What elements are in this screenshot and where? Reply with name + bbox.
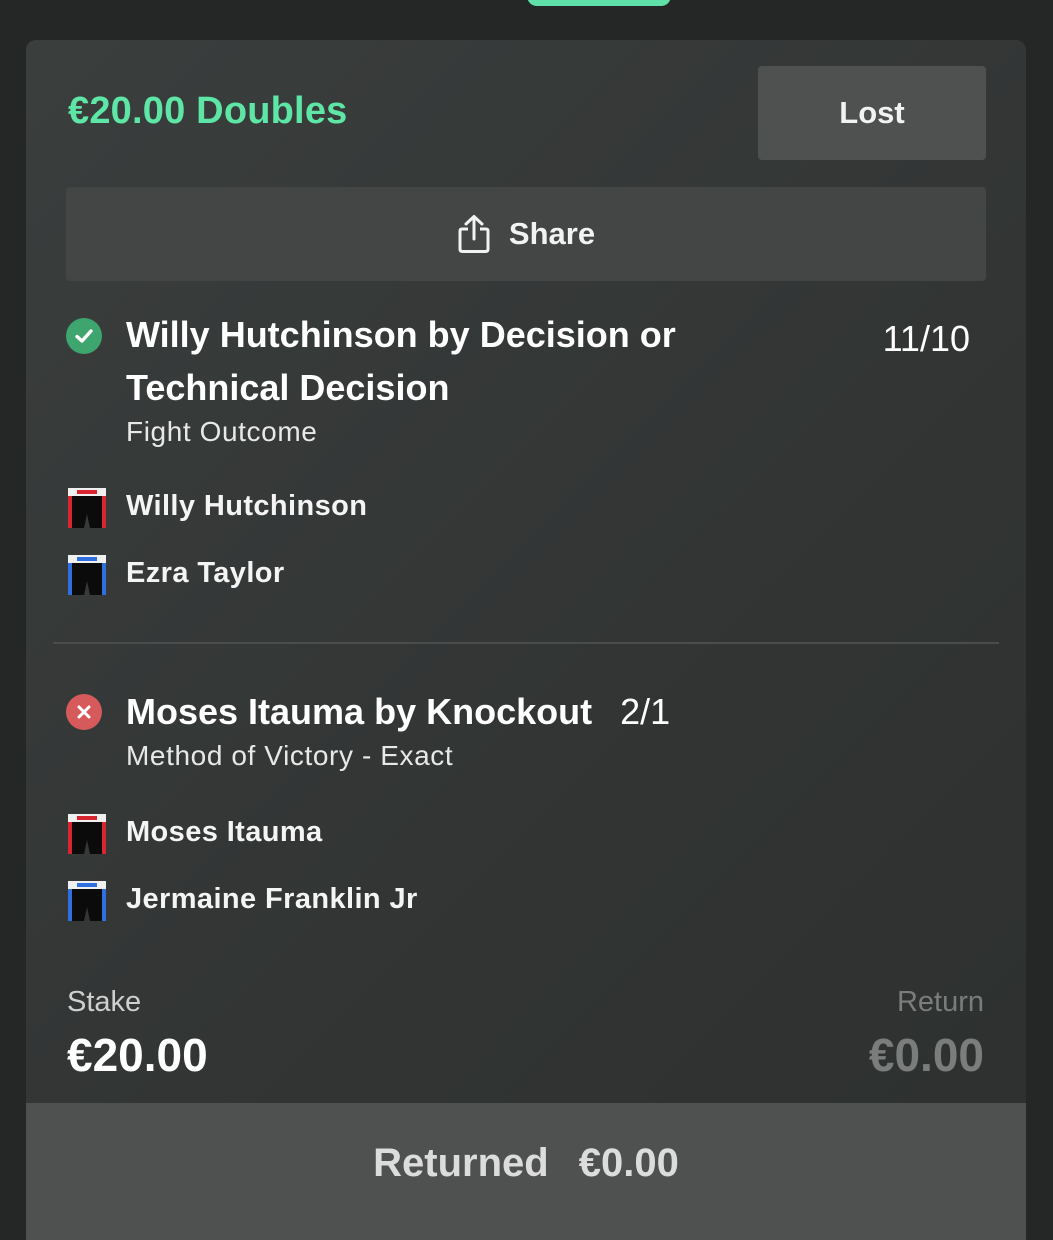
return-label: Return (896, 986, 984, 1018)
share-icon (458, 215, 490, 253)
fighter-name: Jermaine Franklin Jr (126, 883, 418, 915)
fighter-row: Ezra Taylor (66, 553, 284, 597)
fighter-row: Moses Itauma (66, 812, 322, 856)
selection-name-line1: Moses Itauma by Knockout (126, 691, 593, 732)
share-button[interactable]: Share (66, 187, 986, 281)
fighter-name: Moses Itauma (126, 816, 323, 848)
stake-label: Stake (67, 986, 142, 1018)
selection-market: Method of Victory - Exact (126, 740, 454, 771)
x-circle-icon (66, 694, 102, 730)
returned-label: Returned (373, 1141, 549, 1185)
fighter-row: Willy Hutchinson (66, 486, 367, 530)
bet-card: €20.00 Doubles Lost Share Willy Hutchins… (26, 40, 1026, 1240)
red-corner-shorts-icon (68, 488, 106, 528)
returned-bar: Returned €0.00 (26, 1103, 1026, 1240)
selection-divider (53, 642, 999, 644)
selection-market: Fight Outcome (126, 416, 318, 447)
bet-status-button[interactable]: Lost (758, 66, 986, 160)
red-corner-shorts-icon (68, 814, 106, 854)
stake-value: €20.00 (67, 1029, 208, 1081)
selection-name-line1: Willy Hutchinson by Decision or (126, 314, 676, 355)
selection-name-line2: Technical Decision (126, 367, 450, 408)
bet-title: €20.00 Doubles (68, 90, 348, 132)
fighter-name: Ezra Taylor (126, 557, 285, 589)
blue-corner-shorts-icon (68, 881, 106, 921)
selection-title: Moses Itauma by Knockout 2/1 (126, 685, 670, 738)
share-label: Share (508, 216, 596, 251)
fighter-row: Jermaine Franklin Jr (66, 879, 417, 923)
blue-corner-shorts-icon (68, 555, 106, 595)
returned-value: €0.00 (578, 1141, 679, 1185)
return-value: €0.00 (868, 1029, 984, 1081)
check-circle-icon (66, 318, 102, 354)
selection-odds: 2/1 (620, 691, 671, 732)
top-pill-button[interactable] (527, 0, 671, 6)
fighter-name: Willy Hutchinson (126, 490, 368, 522)
selection-odds: 11/10 (882, 318, 970, 359)
